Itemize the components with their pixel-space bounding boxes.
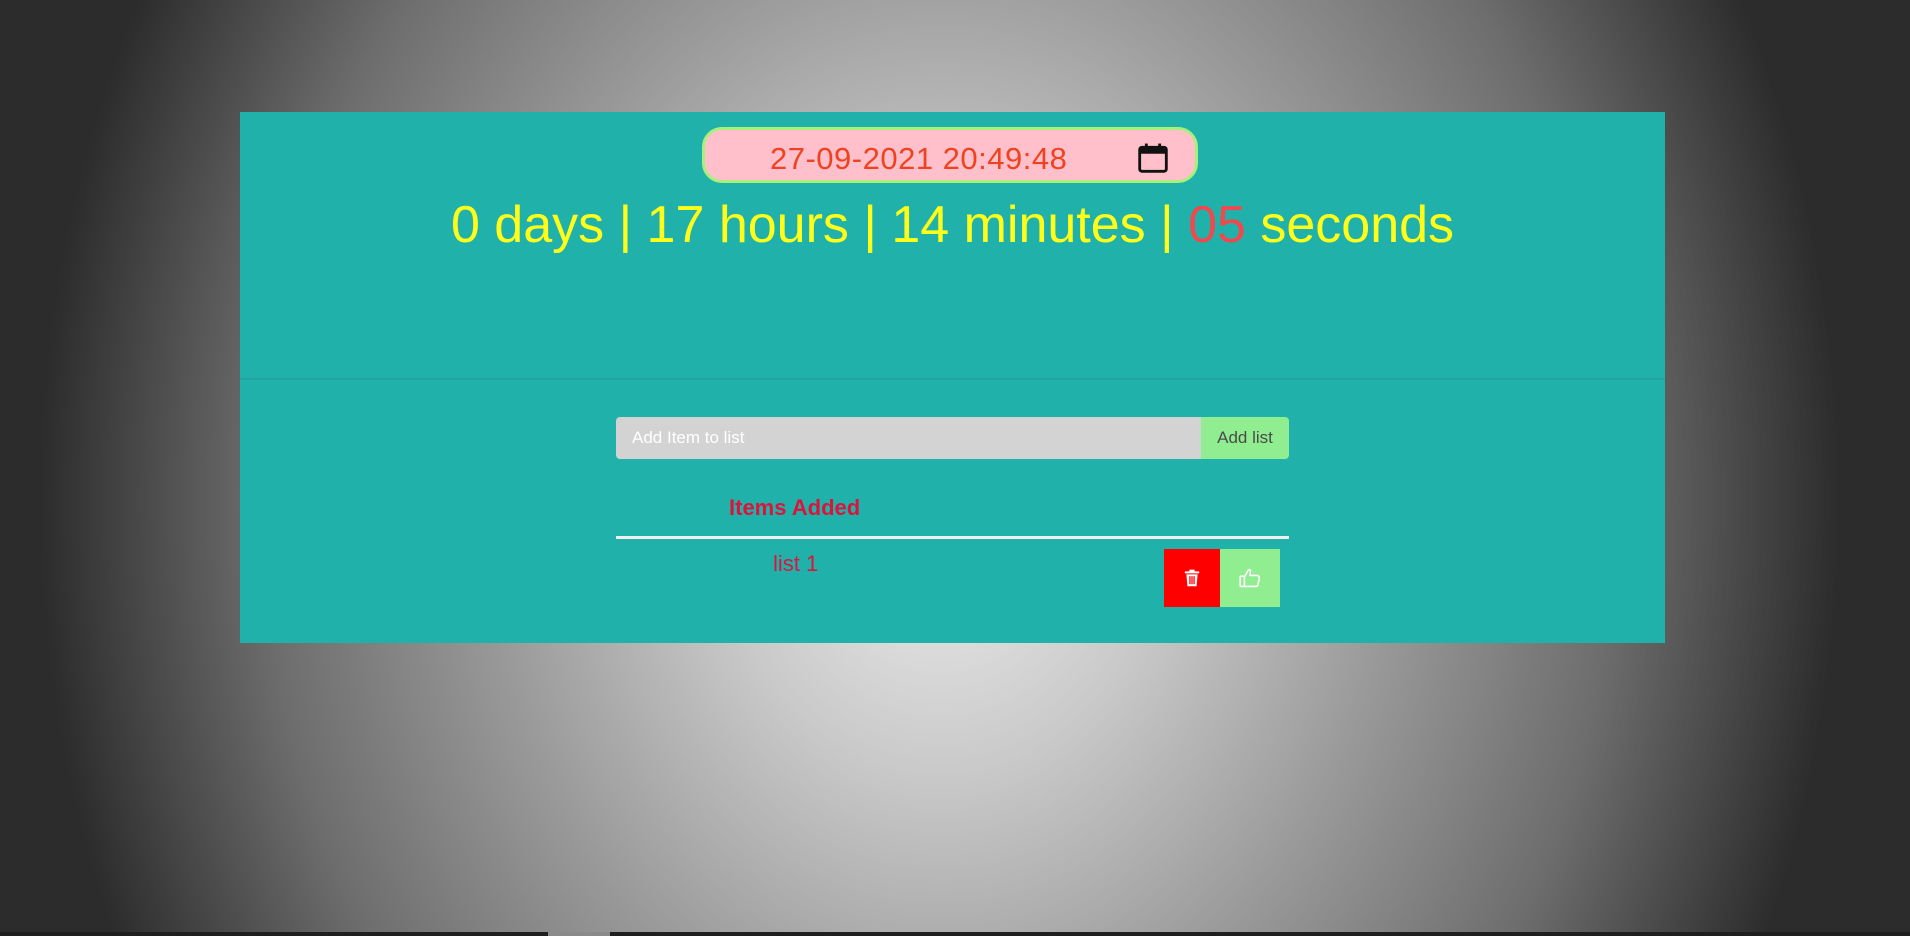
countdown-seconds-unit: seconds xyxy=(1245,196,1455,254)
countdown-seconds-number: 05 xyxy=(1188,196,1246,254)
calendar-icon[interactable] xyxy=(1136,141,1170,175)
section-divider xyxy=(240,378,1665,380)
delete-item-button[interactable] xyxy=(1164,549,1220,607)
countdown-days-hours-minutes: 0 days | 17 hours | 14 minutes | xyxy=(450,196,1189,254)
countdown-todo-panel: 27-09-2021 20:49:48 0 days | 17 hours | … xyxy=(240,112,1665,643)
list-item-label: list 1 xyxy=(773,551,819,576)
countdown-display: 0 days | 17 hours | 14 minutes | 05 seco… xyxy=(240,194,1665,256)
items-header: Items Added xyxy=(616,495,1289,539)
add-item-input[interactable] xyxy=(616,417,1201,459)
scrollbar-thumb[interactable] xyxy=(548,932,610,936)
like-item-button[interactable] xyxy=(1220,549,1280,607)
add-list-button[interactable]: Add list xyxy=(1201,417,1289,459)
items-header-label: Items Added xyxy=(729,495,861,520)
page-bottom-bar xyxy=(0,932,1910,936)
datetime-value[interactable]: 27-09-2021 20:49:48 xyxy=(770,141,1067,177)
list-item: list 1 xyxy=(616,549,1289,609)
trash-icon xyxy=(1184,569,1200,587)
thumbs-up-icon xyxy=(1239,568,1261,588)
datetime-picker[interactable]: 27-09-2021 20:49:48 xyxy=(702,127,1198,183)
add-item-form: Add list xyxy=(616,417,1289,459)
